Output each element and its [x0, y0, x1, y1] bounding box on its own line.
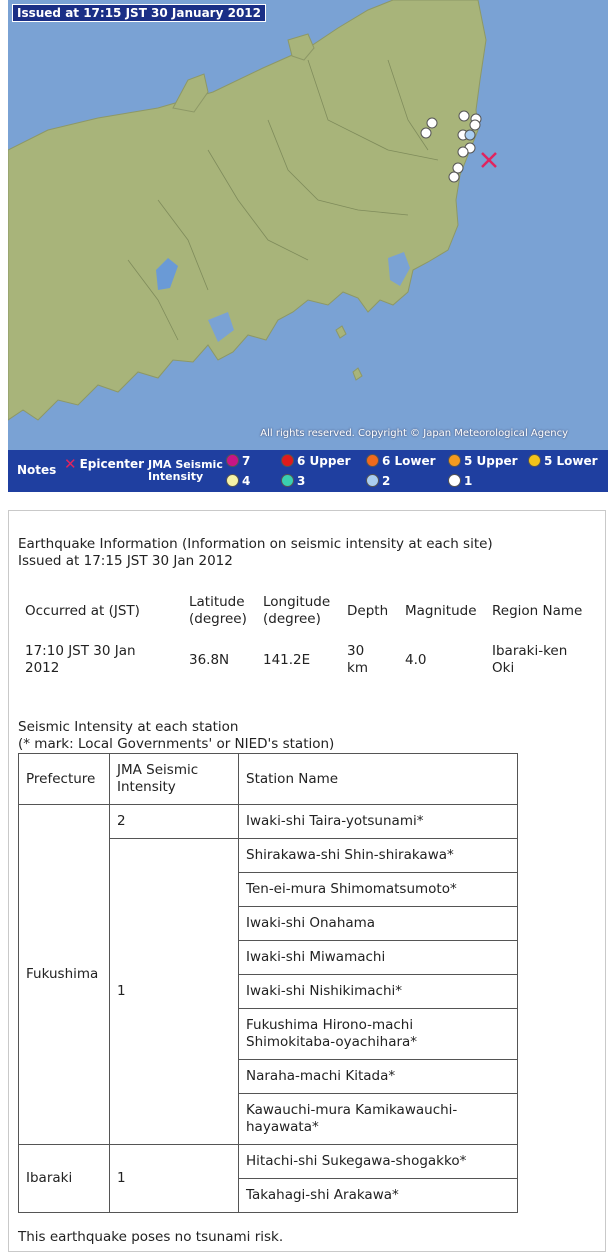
legend-jma-title: JMA Seismic Intensity	[148, 458, 223, 483]
header-region: Region Name	[492, 603, 583, 619]
cell-station: Iwaki-shi Onahama	[238, 906, 518, 941]
intensity-dot-icon	[528, 454, 541, 467]
legend-level-label: 3	[297, 474, 306, 488]
epicenter-icon: ✕	[64, 455, 77, 473]
header-latitude: Latitude (degree)	[189, 594, 247, 627]
legend-level-5-lower: 5 Lower	[528, 454, 598, 468]
header-magnitude: Magnitude	[405, 603, 477, 619]
cell-station: Shirakawa-shi Shin-shirakawa*	[238, 838, 518, 873]
cell-station: Iwaki-shi Nishikimachi*	[238, 974, 518, 1009]
issued-banner: Issued at 17:15 JST 30 January 2012	[12, 4, 266, 22]
value-longitude: 141.2E	[263, 652, 311, 668]
th-station: Station Name	[238, 753, 518, 805]
th-intensity: JMA Seismic Intensity	[109, 753, 239, 805]
cell-station: Iwaki-shi Taira-yotsunami*	[238, 804, 518, 839]
cell-prefecture-ibaraki: Ibaraki	[18, 1144, 110, 1213]
value-magnitude: 4.0	[405, 652, 427, 668]
cell-station: Ten-ei-mura Shimomatsumoto*	[238, 872, 518, 907]
cell-station: Takahagi-shi Arakawa*	[238, 1178, 518, 1213]
station-section-title: Seismic Intensity at each station	[18, 719, 239, 735]
legend-level-3: 3	[281, 474, 305, 488]
station-marker-intensity-1	[426, 117, 438, 129]
station-marker-intensity-1	[469, 119, 481, 131]
intensity-dot-icon	[226, 454, 239, 467]
table-row: Fukushima 2 Iwaki-shi Taira-yotsunami*	[18, 804, 518, 1145]
value-depth: 30 km	[347, 643, 368, 676]
map-legend: Notes ✕ Epicenter JMA Seismic Intensity 7…	[8, 450, 608, 492]
legend-level-label: 6 Upper	[297, 454, 351, 468]
intensity-dot-icon	[281, 454, 294, 467]
legend-level-6-lower: 6 Lower	[366, 454, 436, 468]
legend-level-1: 1	[448, 474, 472, 488]
cell-intensity-1: 1	[109, 838, 239, 1145]
cell-station: Hitachi-shi Sukegawa-shogakko*	[238, 1144, 518, 1179]
table-row: Ibaraki 1 Hitachi-shi Sukegawa-shogakko*	[18, 1144, 518, 1213]
intensity-dot-icon	[448, 454, 461, 467]
cell-station: Naraha-machi Kitada*	[238, 1059, 518, 1094]
station-section-note: (* mark: Local Governments' or NIED's st…	[18, 736, 335, 752]
earthquake-info-panel: Earthquake Information (Information on s…	[8, 510, 606, 1252]
intensity-dot-icon	[366, 454, 379, 467]
cell-station: Iwaki-shi Miwamachi	[238, 940, 518, 975]
header-depth: Depth	[347, 603, 389, 619]
seismic-map	[8, 0, 608, 450]
legend-level-4: 4	[226, 474, 250, 488]
map-panel: Issued at 17:15 JST 30 January 2012 All …	[8, 0, 608, 492]
info-title: Earthquake Information (Information on s…	[18, 536, 493, 552]
station-intensity-table: Prefecture JMA Seismic Intensity Station…	[18, 753, 518, 1213]
value-latitude: 36.8N	[189, 652, 230, 668]
header-longitude: Longitude (degree)	[263, 594, 331, 627]
legend-epicenter-label: Epicenter	[79, 457, 145, 471]
station-marker-intensity-1	[448, 171, 460, 183]
legend-level-label: 6 Lower	[382, 454, 436, 468]
cell-intensity-2: 2	[109, 804, 239, 839]
copyright-notice: All rights reserved. Copyright © Japan M…	[260, 428, 568, 439]
station-marker-intensity-2	[464, 129, 476, 141]
station-marker-intensity-1	[457, 146, 469, 158]
cell-intensity-1: 1	[109, 1144, 239, 1213]
legend-level-7: 7	[226, 454, 250, 468]
legend-epicenter: ✕ Epicenter	[64, 455, 145, 473]
legend-level-2: 2	[366, 474, 390, 488]
cell-station: Kawauchi-mura Kamikawauchi- hayawata*	[238, 1093, 518, 1145]
value-occurred: 17:10 JST 30 Jan 2012	[25, 643, 136, 676]
cell-prefecture-fukushima: Fukushima	[18, 804, 110, 1145]
legend-level-label: 2	[382, 474, 391, 488]
legend-level-label: 5 Upper	[464, 454, 518, 468]
station-marker-intensity-1	[452, 162, 464, 174]
cell-station: Fukushima Hirono-machi Shimokitaba-oyach…	[238, 1008, 518, 1060]
legend-level-6-upper: 6 Upper	[281, 454, 351, 468]
legend-notes-label: Notes	[17, 463, 57, 477]
value-region: Ibaraki-ken Oki	[492, 643, 568, 676]
station-marker-intensity-1	[420, 127, 432, 139]
intensity-dot-icon	[448, 474, 461, 487]
header-occurred: Occurred at (JST)	[25, 603, 140, 619]
tsunami-note: This earthquake poses no tsunami risk.	[18, 1229, 284, 1245]
station-marker-intensity-1	[458, 110, 470, 122]
intensity-dot-icon	[226, 474, 239, 487]
legend-level-label: 1	[464, 474, 473, 488]
legend-level-5-upper: 5 Upper	[448, 454, 518, 468]
info-issued: Issued at 17:15 JST 30 Jan 2012	[18, 553, 233, 569]
table-header-row: Prefecture JMA Seismic Intensity Station…	[18, 753, 518, 805]
legend-level-label: 4	[242, 474, 251, 488]
intensity-dot-icon	[366, 474, 379, 487]
th-prefecture: Prefecture	[18, 753, 110, 805]
legend-level-label: 7	[242, 454, 251, 468]
intensity-dot-icon	[281, 474, 294, 487]
legend-level-label: 5 Lower	[544, 454, 598, 468]
